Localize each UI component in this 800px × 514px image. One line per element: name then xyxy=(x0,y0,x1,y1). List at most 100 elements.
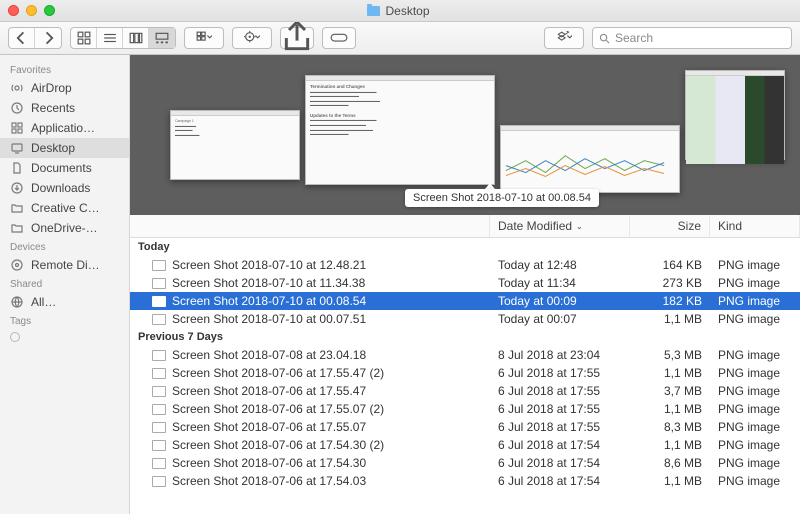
file-size: 273 KB xyxy=(630,276,710,290)
recents-icon xyxy=(10,101,24,115)
search-field[interactable]: Search xyxy=(592,27,792,49)
file-row[interactable]: Screen Shot 2018-07-06 at 17.54.306 Jul … xyxy=(130,454,800,472)
file-date: Today at 12:48 xyxy=(490,258,630,272)
sidebar-item-airdrop[interactable]: AirDrop xyxy=(0,78,129,98)
file-row[interactable]: Screen Shot 2018-07-10 at 11.34.38 Today … xyxy=(130,274,800,292)
file-kind: PNG image xyxy=(710,420,800,434)
file-name: Screen Shot 2018-07-08 at 23.04.18 xyxy=(172,348,366,362)
file-icon xyxy=(152,476,166,487)
sidebar-heading: Favorites xyxy=(0,61,129,78)
arrange-button[interactable] xyxy=(184,27,224,49)
file-row[interactable]: Screen Shot 2018-07-10 at 00.07.51Today … xyxy=(130,310,800,328)
file-icon xyxy=(152,260,166,271)
file-name: Screen Shot 2018-07-10 at 11.34.38 xyxy=(172,276,365,290)
downloads-icon xyxy=(10,181,24,195)
file-row[interactable]: Screen Shot 2018-07-08 at 23.04.18 8 Jul … xyxy=(130,346,800,364)
file-icon xyxy=(152,458,166,469)
file-row[interactable]: Screen Shot 2018-07-06 at 17.55.07 6 Jul … xyxy=(130,418,800,436)
file-name: Screen Shot 2018-07-06 at 17.55.47 xyxy=(172,384,366,398)
sidebar-item-all[interactable]: All… xyxy=(0,292,129,312)
sidebar-item-label: Desktop xyxy=(31,141,75,155)
file-name: Screen Shot 2018-07-06 at 17.54.03 xyxy=(172,474,366,488)
sidebar-item-onedrive[interactable]: OneDrive-… xyxy=(0,218,129,238)
file-date: 6 Jul 2018 at 17:54 xyxy=(490,438,630,452)
sidebar-item-applicatio[interactable]: Applicatio… xyxy=(0,118,129,138)
view-icons-button[interactable] xyxy=(71,28,97,48)
file-kind: PNG image xyxy=(710,294,800,308)
file-size: 1,1 MB xyxy=(630,474,710,488)
file-icon xyxy=(152,368,166,379)
header-date[interactable]: Date Modified⌄ xyxy=(490,215,630,237)
sidebar-item-creativec[interactable]: Creative C… xyxy=(0,198,129,218)
close-button[interactable] xyxy=(8,5,19,16)
file-name: Screen Shot 2018-07-06 at 17.55.47 (2) xyxy=(172,366,384,380)
header-size[interactable]: Size xyxy=(630,215,710,237)
file-name: Screen Shot 2018-07-06 at 17.55.07 (2) xyxy=(172,402,384,416)
sidebar-item-remotedi[interactable]: Remote Di… xyxy=(0,255,129,275)
file-kind: PNG image xyxy=(710,312,800,326)
file-row[interactable]: Screen Shot 2018-07-06 at 17.55.07 (2) 6 … xyxy=(130,400,800,418)
file-row[interactable]: Screen Shot 2018-07-06 at 17.54.30 (2) 6 … xyxy=(130,436,800,454)
view-gallery-button[interactable] xyxy=(149,28,175,48)
documents-icon xyxy=(10,161,24,175)
file-row[interactable]: Screen Shot 2018-07-06 at 17.55.47 (2)6 … xyxy=(130,364,800,382)
header-name[interactable] xyxy=(130,215,490,237)
file-date: 6 Jul 2018 at 17:55 xyxy=(490,402,630,416)
file-name: Screen Shot 2018-07-06 at 17.54.30 (2) xyxy=(172,438,384,452)
header-kind[interactable]: Kind xyxy=(710,215,800,237)
file-name: Screen Shot 2018-07-10 at 00.08.54 xyxy=(172,294,366,308)
file-size: 5,3 MB xyxy=(630,348,710,362)
file-kind: PNG image xyxy=(710,384,800,398)
network-icon xyxy=(10,295,24,309)
minimize-button[interactable] xyxy=(26,5,37,16)
file-row[interactable]: Screen Shot 2018-07-06 at 17.54.036 Jul … xyxy=(130,472,800,490)
view-columns-button[interactable] xyxy=(123,28,149,48)
thumbnail[interactable]: Campaign 1▬▬▬▬▬▬▬▬▬▬▬▬▬▬▬▬▬▬ xyxy=(170,110,300,180)
action-button[interactable] xyxy=(232,27,272,49)
file-date: 6 Jul 2018 at 17:55 xyxy=(490,420,630,434)
group-header: Previous 7 Days xyxy=(130,328,800,346)
sidebar-heading: Devices xyxy=(0,238,129,255)
sidebar-item-recents[interactable]: Recents xyxy=(0,98,129,118)
window-title: Desktop xyxy=(385,4,429,18)
sidebar-item-label: Applicatio… xyxy=(31,121,95,135)
file-name: Screen Shot 2018-07-10 at 12.48.21 xyxy=(172,258,366,272)
sidebar-item-documents[interactable]: Documents xyxy=(0,158,129,178)
file-name: Screen Shot 2018-07-06 at 17.55.07 xyxy=(172,420,366,434)
file-size: 1,1 MB xyxy=(630,366,710,380)
tag-dot-icon xyxy=(10,332,20,342)
file-size: 182 KB xyxy=(630,294,710,308)
file-date: Today at 11:34 xyxy=(490,276,630,290)
sort-descending-icon: ⌄ xyxy=(576,222,583,231)
titlebar: Desktop xyxy=(0,0,800,22)
dropbox-button[interactable] xyxy=(544,27,584,49)
file-icon xyxy=(152,404,166,415)
thumbnail-selected[interactable] xyxy=(500,125,680,193)
file-kind: PNG image xyxy=(710,366,800,380)
file-size: 1,1 MB xyxy=(630,312,710,326)
file-row[interactable]: Screen Shot 2018-07-10 at 00.08.54 Today … xyxy=(130,292,800,310)
column-headers: Date Modified⌄ Size Kind xyxy=(130,215,800,238)
forward-button[interactable] xyxy=(35,28,61,48)
file-name: Screen Shot 2018-07-06 at 17.54.30 xyxy=(172,456,366,470)
back-button[interactable] xyxy=(9,28,35,48)
sidebar-item-desktop[interactable]: Desktop xyxy=(0,138,129,158)
file-date: Today at 00:09 xyxy=(490,294,630,308)
file-kind: PNG image xyxy=(710,402,800,416)
file-date: 8 Jul 2018 at 23:04 xyxy=(490,348,630,362)
file-row[interactable]: Screen Shot 2018-07-06 at 17.55.476 Jul … xyxy=(130,382,800,400)
file-row[interactable]: Screen Shot 2018-07-10 at 12.48.21 Today … xyxy=(130,256,800,274)
zoom-button[interactable] xyxy=(44,5,55,16)
toolbar: Search xyxy=(0,22,800,55)
share-button[interactable] xyxy=(280,27,314,49)
view-list-button[interactable] xyxy=(97,28,123,48)
tags-button[interactable] xyxy=(322,27,356,49)
sidebar-item-downloads[interactable]: Downloads xyxy=(0,178,129,198)
thumbnail[interactable] xyxy=(685,70,785,160)
thumbnail[interactable]: Termination and Changes▬▬▬▬▬▬▬▬▬▬▬▬▬▬▬▬▬… xyxy=(305,75,495,185)
file-icon xyxy=(152,440,166,451)
sidebar-tags[interactable] xyxy=(0,329,129,345)
file-icon xyxy=(152,296,166,307)
file-icon xyxy=(152,350,166,361)
group-header: Today xyxy=(130,238,800,256)
